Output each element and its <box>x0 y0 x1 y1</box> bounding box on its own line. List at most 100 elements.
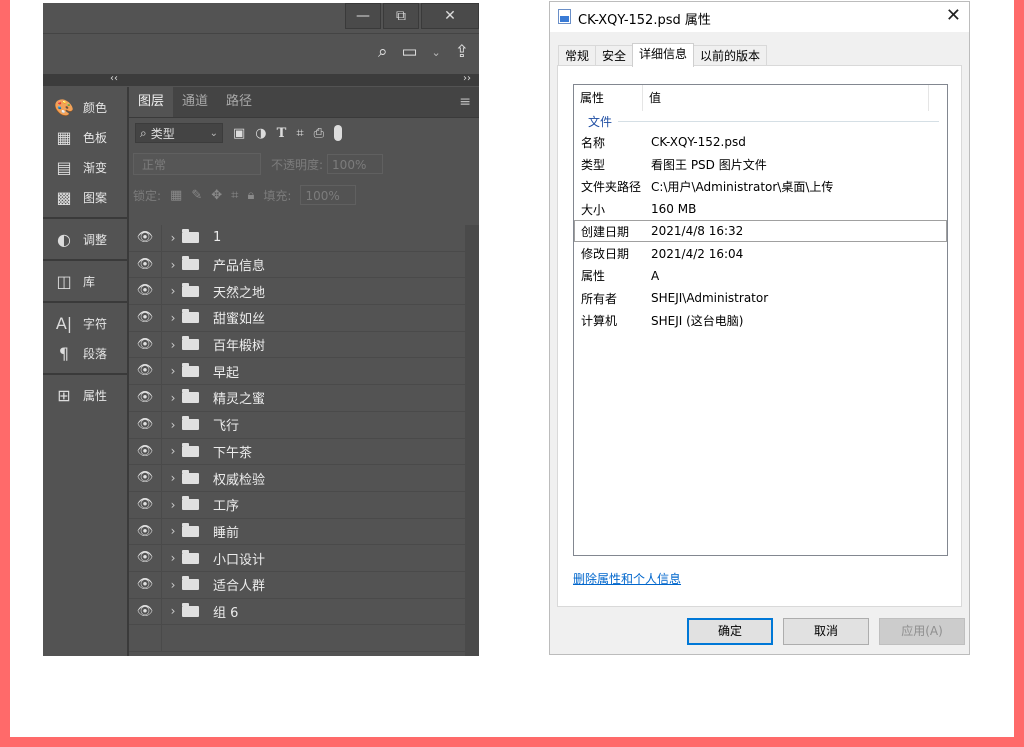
visibility-eye-icon[interactable]: 👁︎ <box>129 491 162 518</box>
filter-smart-object-icon[interactable]: ⎙ <box>314 126 324 141</box>
layer-row[interactable]: 👁︎ › 产品信息 <box>129 251 465 279</box>
layer-row[interactable]: 👁︎ › 组 6 <box>129 598 465 626</box>
chevron-right-icon[interactable]: › <box>166 311 180 325</box>
collapse-right-icon[interactable]: ›› <box>463 73 471 84</box>
visibility-eye-icon[interactable]: 👁︎ <box>129 331 162 358</box>
column-header-value[interactable]: 值 <box>643 85 929 111</box>
visibility-eye-icon[interactable]: 👁︎ <box>129 358 162 385</box>
filter-kind-select[interactable]: ⌕ 类型 ⌄ <box>135 123 223 143</box>
chevron-right-icon[interactable]: › <box>166 604 180 618</box>
restore-button[interactable]: ⧉ <box>383 3 419 29</box>
chevron-right-icon[interactable]: › <box>166 578 180 592</box>
dock-item-properties[interactable]: ⊞ 属性 <box>43 380 127 410</box>
column-header-property[interactable]: 属性 <box>574 85 643 111</box>
visibility-eye-icon[interactable]: 👁︎ <box>129 598 162 625</box>
visibility-eye-icon[interactable]: 👁︎ <box>129 545 162 571</box>
opacity-input[interactable]: 100% <box>327 154 384 174</box>
lock-image-icon[interactable]: ✎ <box>191 188 202 203</box>
property-row[interactable]: 计算机 SHEJI (这台电脑) <box>574 309 947 331</box>
filter-pixel-icon[interactable]: ▣ <box>233 126 245 141</box>
visibility-eye-icon[interactable]: 👁︎ <box>129 251 162 278</box>
dock-item-gradients[interactable]: ▤ 渐变 <box>43 152 127 182</box>
dock-item-swatches[interactable]: ▦ 色板 <box>43 122 127 152</box>
filter-toggle[interactable] <box>334 125 343 141</box>
share-icon[interactable]: ⇪ <box>455 42 469 62</box>
chevron-down-icon[interactable]: ⌄ <box>432 46 441 59</box>
chevron-right-icon[interactable]: › <box>166 338 180 352</box>
chevron-right-icon[interactable]: › <box>166 524 180 538</box>
layer-row[interactable]: 👁︎ › 早起 <box>129 358 465 386</box>
tab-security[interactable]: 安全 <box>595 45 634 66</box>
layer-row[interactable]: 👁︎ › 工序 <box>129 491 465 519</box>
tab-general[interactable]: 常规 <box>558 45 597 66</box>
chevron-right-icon[interactable]: › <box>166 498 180 512</box>
layer-row[interactable]: 👁︎ › 精灵之蜜 <box>129 385 465 412</box>
dock-item-patterns[interactable]: ▩ 图案 <box>43 182 127 212</box>
property-row[interactable]: 类型 看图王 PSD 图片文件 <box>574 153 947 175</box>
property-row[interactable]: 修改日期 2021/4/2 16:04 <box>574 242 947 264</box>
property-row[interactable]: 大小 160 MB <box>574 198 947 220</box>
lock-transparent-icon[interactable]: ▦ <box>170 188 182 203</box>
fill-input[interactable]: 100% <box>300 185 357 205</box>
tab-channels[interactable]: 通道 <box>173 87 217 117</box>
visibility-eye-icon[interactable]: 👁︎ <box>129 411 162 438</box>
layer-row[interactable]: 👁︎ › 飞行 <box>129 411 465 439</box>
visibility-eye-icon[interactable]: 👁︎ <box>129 278 162 305</box>
visibility-eye-icon[interactable] <box>129 625 162 651</box>
search-icon[interactable]: ⌕ <box>378 42 388 62</box>
layer-row[interactable]: 👁︎ › 1 <box>129 225 465 252</box>
visibility-eye-icon[interactable]: 👁︎ <box>129 465 162 491</box>
close-icon[interactable]: ✕ <box>946 5 961 26</box>
collapse-left-icon[interactable]: ‹‹ <box>110 73 118 84</box>
tab-details[interactable]: 详细信息 <box>632 43 695 67</box>
visibility-eye-icon[interactable]: 👁︎ <box>129 518 162 545</box>
layer-row[interactable]: 👁︎ › 小口设计 <box>129 545 465 572</box>
tab-layers[interactable]: 图层 <box>129 87 174 117</box>
chevron-right-icon[interactable]: › <box>166 258 180 272</box>
dock-item-paragraph[interactable]: ¶ 段落 <box>43 338 127 368</box>
chevron-right-icon[interactable]: › <box>166 551 180 565</box>
chevron-right-icon[interactable]: › <box>166 444 180 458</box>
property-row[interactable]: 名称 CK-XQY-152.psd <box>574 131 947 153</box>
tab-paths[interactable]: 路径 <box>217 87 261 117</box>
lock-artboard-icon[interactable]: ⌗ <box>231 188 238 203</box>
chevron-right-icon[interactable]: › <box>166 418 180 432</box>
dock-item-adjustments[interactable]: ◐ 调整 <box>43 224 127 254</box>
layer-row[interactable]: 👁︎ › 权威检验 <box>129 465 465 492</box>
minimize-button[interactable]: — <box>345 3 381 29</box>
property-row-selected[interactable]: 创建日期 2021/4/8 16:32 <box>574 220 947 243</box>
property-row[interactable]: 属性 A <box>574 265 947 287</box>
layer-row[interactable]: 👁︎ › 天然之地 <box>129 278 465 306</box>
blend-mode-select[interactable]: 正常 <box>133 153 261 175</box>
layer-row[interactable]: 👁︎ › 甜蜜如丝 <box>129 305 465 332</box>
ok-button[interactable]: 确定 <box>687 618 773 645</box>
chevron-right-icon[interactable]: › <box>166 391 180 405</box>
filter-type-icon[interactable]: T <box>277 126 287 141</box>
cancel-button[interactable]: 取消 <box>783 618 869 645</box>
visibility-eye-icon[interactable]: 👁︎ <box>129 438 162 465</box>
tab-previous-versions[interactable]: 以前的版本 <box>693 45 768 66</box>
panel-menu-icon[interactable]: ≡ <box>459 94 471 110</box>
filter-shape-icon[interactable]: ⌗ <box>296 126 303 141</box>
layer-row[interactable]: 👁︎ › 下午茶 <box>129 438 465 466</box>
visibility-eye-icon[interactable]: 👁︎ <box>129 225 162 251</box>
lock-position-icon[interactable]: ✥ <box>211 188 222 203</box>
dock-item-libraries[interactable]: ◫ 库 <box>43 266 127 296</box>
chevron-right-icon[interactable]: › <box>166 364 180 378</box>
layers-scrollbar[interactable] <box>465 225 479 656</box>
lock-all-icon[interactable]: 🔒︎ <box>247 188 254 203</box>
remove-properties-link[interactable]: 删除属性和个人信息 <box>573 570 681 587</box>
dock-item-color[interactable]: 🎨 颜色 <box>43 92 127 122</box>
filter-adjustment-icon[interactable]: ◑ <box>255 126 266 141</box>
layer-row-partial[interactable] <box>129 625 465 652</box>
visibility-eye-icon[interactable]: 👁︎ <box>129 305 162 331</box>
close-button[interactable]: ✕ <box>421 3 479 29</box>
property-row[interactable]: 文件夹路径 C:\用户\Administrator\桌面\上传 <box>574 176 947 198</box>
chevron-right-icon[interactable]: › <box>166 471 180 485</box>
workspace-icon[interactable]: ▭ <box>401 42 417 62</box>
apply-button[interactable]: 应用(A) <box>879 618 965 645</box>
chevron-right-icon[interactable]: › <box>166 231 180 245</box>
visibility-eye-icon[interactable]: 👁︎ <box>129 385 162 411</box>
property-row[interactable]: 所有者 SHEJI\Administrator <box>574 287 947 309</box>
property-list[interactable]: 属性 值 文件 名称 CK-XQY-152.psd 类型 看图王 PSD 图片文件 … <box>573 84 948 556</box>
